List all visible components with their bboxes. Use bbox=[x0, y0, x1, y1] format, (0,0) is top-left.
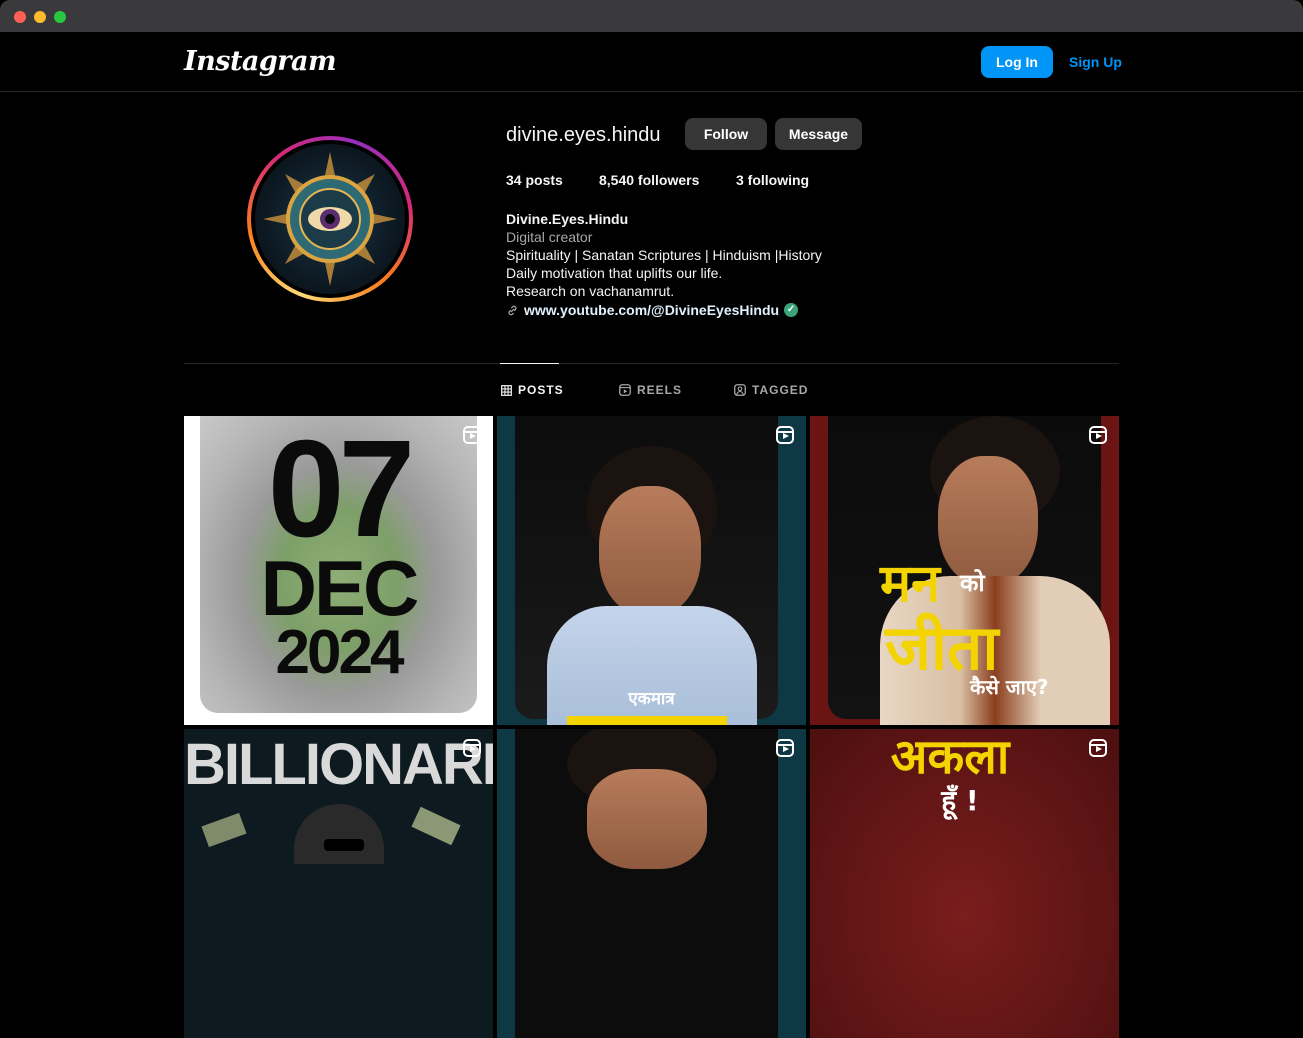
followers-count[interactable]: 8,540 followers bbox=[599, 172, 699, 188]
divine-eye-emblem-icon bbox=[263, 152, 397, 286]
person-face bbox=[599, 486, 701, 616]
window-titlebar bbox=[0, 0, 1303, 32]
post-title-word: को bbox=[960, 569, 985, 597]
post-thumbnail[interactable]: मन को जीता कैसे जाए? bbox=[810, 416, 1119, 725]
verified-check-icon: ✓ bbox=[784, 303, 799, 317]
reel-indicator-icon bbox=[1089, 426, 1107, 444]
profile-username: divine.eyes.hindu bbox=[506, 124, 661, 146]
caption-highlight bbox=[567, 716, 727, 725]
message-button[interactable]: Message bbox=[775, 118, 862, 150]
reels-icon bbox=[619, 384, 631, 396]
reel-indicator-icon bbox=[776, 426, 794, 444]
bio-line: Daily motivation that uplifts our life. bbox=[506, 265, 723, 281]
tab-label: REELS bbox=[637, 383, 683, 397]
post-thumbnail[interactable]: BILLIONARE bbox=[184, 729, 493, 1038]
profile-display-name: Divine.Eyes.Hindu bbox=[506, 211, 629, 227]
profile-link-row[interactable]: www.youtube.com/@DivineEyesHindu ✓ bbox=[506, 301, 799, 319]
reel-indicator-icon bbox=[463, 739, 481, 757]
tabs-divider bbox=[184, 363, 1119, 364]
link-icon bbox=[508, 305, 517, 315]
post-subtitle: कैसे जाए? bbox=[970, 675, 1049, 699]
tab-posts[interactable]: POSTS bbox=[501, 383, 564, 397]
reel-indicator-icon bbox=[1089, 739, 1107, 757]
money-bill bbox=[411, 806, 461, 846]
tab-label: TAGGED bbox=[752, 383, 809, 397]
person-head bbox=[294, 804, 384, 864]
post-subtitle: हूँ ! bbox=[941, 784, 979, 817]
top-navigation: Instagram Log In Sign Up bbox=[0, 32, 1303, 92]
reel-indicator-icon bbox=[463, 426, 481, 444]
avatar[interactable] bbox=[255, 144, 405, 294]
post-date-year: 2024 bbox=[275, 618, 405, 687]
bio-line: Spirituality | Sanatan Scriptures | Hind… bbox=[506, 247, 822, 263]
login-button[interactable]: Log In bbox=[981, 46, 1053, 78]
close-window-button[interactable] bbox=[14, 11, 26, 23]
instagram-logo[interactable]: Instagram bbox=[184, 46, 337, 77]
money-bill bbox=[201, 812, 247, 848]
profile-avatar-ring bbox=[247, 136, 413, 302]
maximize-window-button[interactable] bbox=[54, 11, 66, 23]
signup-link[interactable]: Sign Up bbox=[1069, 54, 1122, 70]
tab-reels[interactable]: REELS bbox=[619, 383, 682, 397]
follow-button[interactable]: Follow bbox=[685, 118, 767, 150]
post-caption: BILLIONARE bbox=[184, 732, 493, 797]
tab-tagged[interactable]: TAGGED bbox=[734, 383, 808, 397]
minimize-window-button[interactable] bbox=[34, 11, 46, 23]
tab-label: POSTS bbox=[518, 383, 564, 397]
posts-count: 34 posts bbox=[506, 172, 563, 188]
reel-indicator-icon bbox=[776, 739, 794, 757]
post-thumbnail[interactable]: अकला हूँ ! bbox=[810, 729, 1119, 1038]
profile-link[interactable]: www.youtube.com/@DivineEyesHindu bbox=[524, 301, 779, 319]
post-thumbnail[interactable]: 07 DEC 2024 bbox=[184, 416, 493, 725]
grid-icon bbox=[501, 384, 512, 396]
person-face bbox=[587, 769, 707, 869]
post-thumbnail[interactable]: एकमात्र bbox=[497, 416, 806, 725]
profile-category: Digital creator bbox=[506, 229, 593, 245]
post-title-word: अकला bbox=[890, 729, 1010, 785]
following-count[interactable]: 3 following bbox=[736, 172, 809, 188]
post-date-month: DEC bbox=[260, 544, 420, 632]
active-tab-indicator bbox=[500, 363, 559, 364]
person-face bbox=[938, 456, 1038, 586]
post-thumbnail[interactable] bbox=[497, 729, 806, 1038]
tagged-icon bbox=[734, 384, 746, 396]
sunglasses bbox=[324, 839, 364, 851]
post-date-day: 07 bbox=[267, 416, 416, 566]
bio-line: Research on vachanamrut. bbox=[506, 283, 675, 299]
post-caption: एकमात्र bbox=[628, 689, 675, 709]
